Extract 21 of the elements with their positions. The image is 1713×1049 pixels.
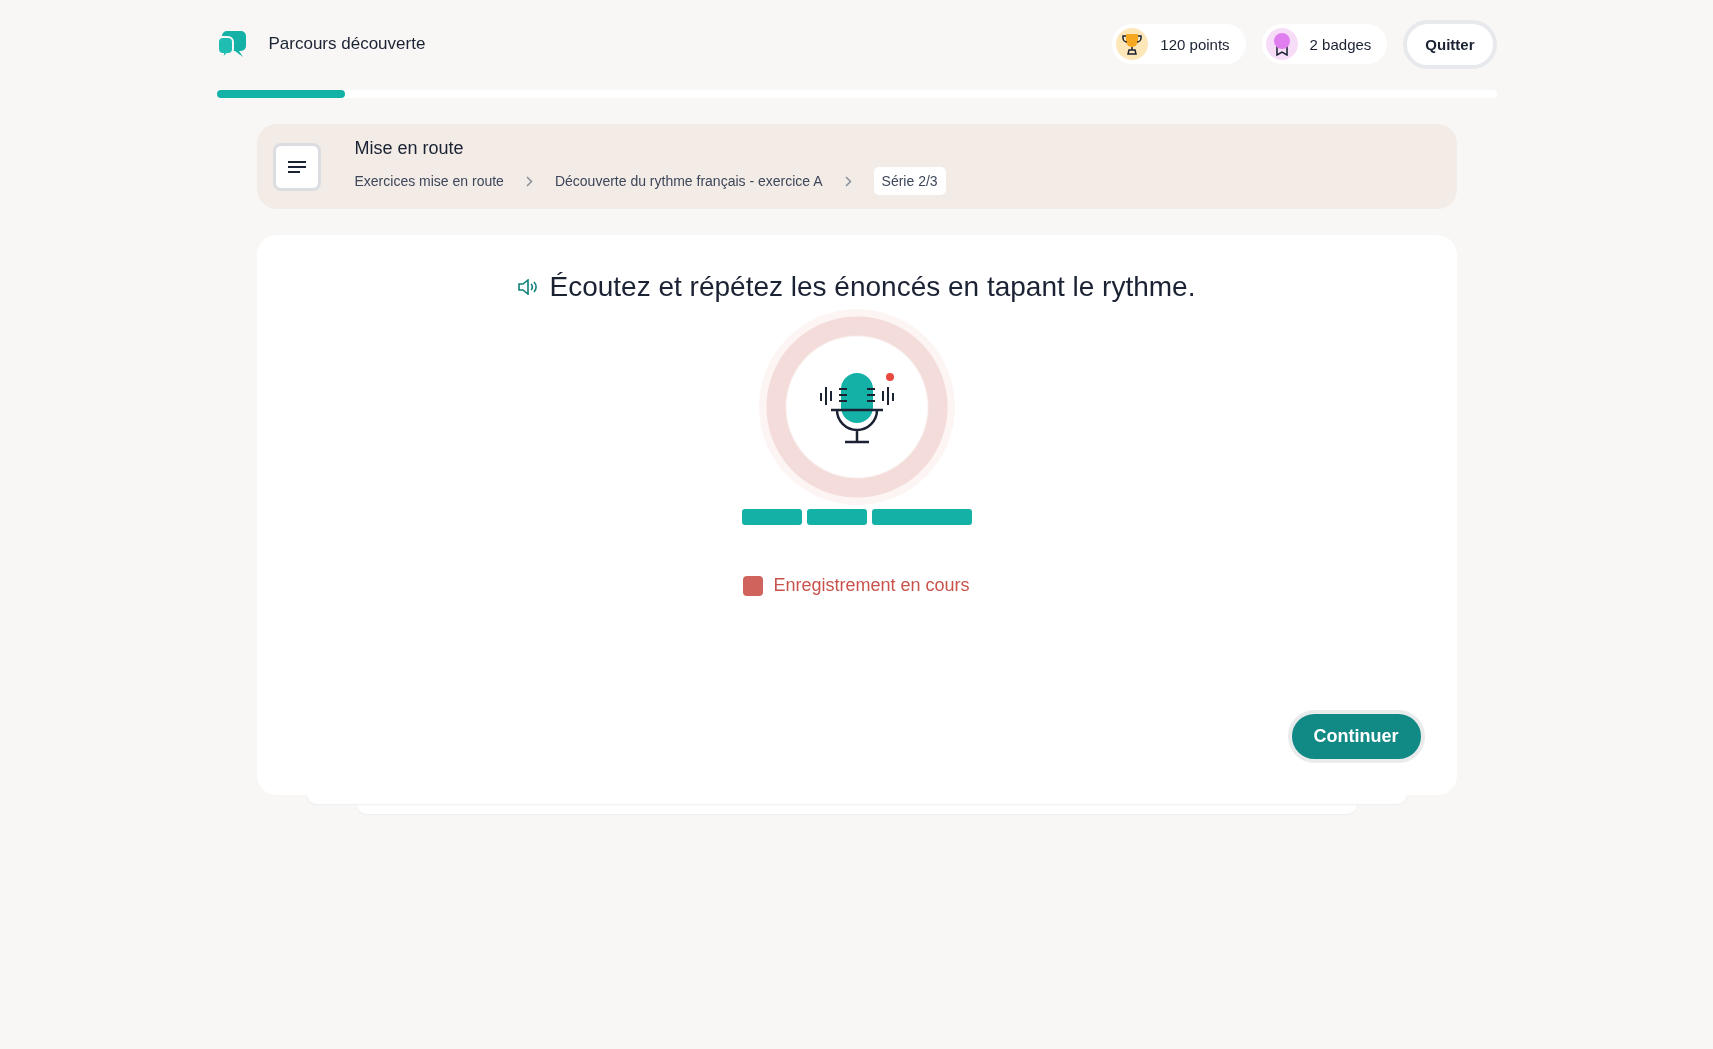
menu-button[interactable] xyxy=(272,142,321,191)
breadcrumb-current: Série 2/3 xyxy=(873,167,946,195)
instruction-text: Écoutez et répétez les énoncés en tapant le rythme. xyxy=(549,271,1196,303)
speaker-icon[interactable] xyxy=(517,279,538,295)
menu-icon xyxy=(287,160,306,173)
badges-label: 2 badges xyxy=(1309,35,1372,53)
continue-button[interactable]: Continuer xyxy=(1287,710,1425,763)
trophy-icon xyxy=(1122,33,1143,55)
breadcrumb-link[interactable]: Exercices mise en route xyxy=(354,173,504,189)
stop-square-icon[interactable] xyxy=(743,575,764,596)
course-title: Parcours découverte xyxy=(268,34,426,54)
chevron-right-icon xyxy=(844,175,852,187)
rhythm-bar xyxy=(806,509,867,525)
section-title: Mise en route xyxy=(354,138,465,159)
recording-status: Enregistrement en cours xyxy=(773,575,970,596)
chevron-right-icon xyxy=(525,175,533,187)
rhythm-bar xyxy=(741,509,802,525)
quit-button[interactable]: Quitter xyxy=(1403,19,1497,69)
points-label: 120 points xyxy=(1160,35,1230,53)
breadcrumb-link[interactable]: Découverte du rythme français - exercice A xyxy=(554,173,823,189)
rosette-icon xyxy=(1271,32,1292,56)
